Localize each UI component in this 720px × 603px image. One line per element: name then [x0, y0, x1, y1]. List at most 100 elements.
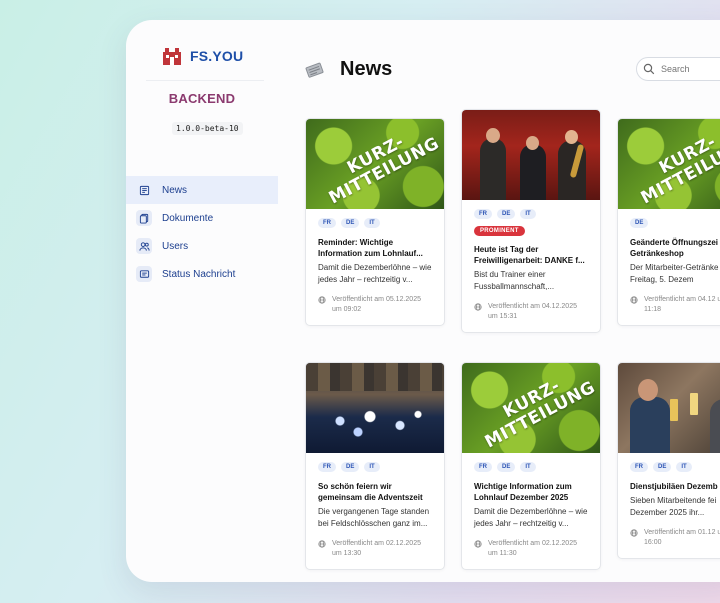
publish-info: Veröffentlicht am 04.12.2025 um 15:31 — [474, 302, 588, 322]
newspaper-icon — [136, 182, 152, 198]
news-image: KURZ- MITTEILUNG — [618, 119, 720, 209]
news-title: Heute ist Tag der Freiwilligenarbeit: DA… — [474, 245, 585, 265]
page-header: News — [304, 58, 392, 81]
parade-lights — [316, 399, 436, 443]
divider — [146, 80, 264, 81]
documents-icon — [136, 210, 152, 226]
image-caption: KURZ- MITTEILUNG — [481, 375, 599, 453]
publish-date: Veröffentlicht am 02.12.2025 um 11:30 — [488, 540, 577, 557]
news-excerpt: Bist du Trainer einer Fussballmannschaft… — [474, 270, 555, 291]
news-card[interactable]: KURZ- MITTEILUNG FR DE IT Wichtige Infor… — [461, 362, 601, 570]
publish-date: Veröffentlicht am 01.12 um 16:00 — [644, 529, 720, 546]
news-title: So schön feiern wir gemeinsam die Advent… — [318, 482, 423, 502]
news-card[interactable]: FR DE IT PROMINENT Heute ist Tag der Fre… — [461, 109, 601, 333]
sidebar-item-label: News — [162, 184, 188, 196]
publish-info: Veröffentlicht am 05.12.2025 um 09:02 — [318, 295, 432, 315]
version-badge: 1.0.0-beta-10 — [172, 122, 243, 135]
globe-icon — [474, 540, 482, 548]
brand-name: FS.YOU — [190, 48, 244, 64]
language-tag: FR — [474, 209, 492, 219]
person-figure — [520, 144, 546, 200]
publish-date: Veröffentlicht am 04.12 um 11:18 — [644, 296, 720, 313]
news-title: Reminder: Wichtige Information zum Lohnl… — [318, 238, 423, 258]
publish-info: Veröffentlicht am 04.12 um 11:18 — [630, 295, 720, 315]
language-tag: DE — [630, 218, 649, 228]
news-excerpt: Damit die Dezemberlöhne – wie jedes Jahr… — [474, 507, 588, 528]
image-caption: KURZ- MITTEILUNG — [637, 131, 720, 209]
publish-date: Veröffentlicht am 05.12.2025 um 09:02 — [332, 296, 421, 313]
sidebar: FS.YOU BACKEND 1.0.0-beta-10 News Dokume… — [126, 20, 278, 582]
sidebar-item-news[interactable]: News — [126, 176, 278, 204]
language-tag: DE — [341, 218, 360, 228]
person-figure — [710, 399, 720, 453]
language-tags: FR DE IT — [318, 218, 432, 228]
sidebar-item-dokumente[interactable]: Dokumente — [126, 204, 278, 232]
language-tag: DE — [497, 462, 516, 472]
news-excerpt: Sieben Mitarbeitende fei Dezember 2025 i… — [630, 496, 717, 517]
app-window: FS.YOU BACKEND 1.0.0-beta-10 News Dokume… — [126, 20, 720, 582]
globe-icon — [474, 303, 482, 311]
sidebar-item-label: Status Nachricht — [162, 268, 236, 280]
language-tag: FR — [630, 462, 648, 472]
publish-date: Veröffentlicht am 04.12.2025 um 15:31 — [488, 303, 577, 320]
sidebar-item-users[interactable]: Users — [126, 232, 278, 260]
brand-logo-icon — [163, 48, 181, 65]
language-tag: FR — [474, 462, 492, 472]
news-image — [618, 363, 720, 453]
person-head — [486, 128, 500, 143]
publish-info: Veröffentlicht am 02.12.2025 um 13:30 — [318, 539, 432, 559]
language-tag: FR — [318, 462, 336, 472]
person-figure — [630, 397, 670, 453]
news-title: Wichtige Information zum Lohnlauf Dezemb… — [474, 482, 572, 502]
publish-date: Veröffentlicht am 02.12.2025 um 13:30 — [332, 540, 421, 557]
message-icon — [136, 266, 152, 282]
prominent-badge: PROMINENT — [474, 226, 525, 236]
building-row — [306, 363, 444, 391]
news-card[interactable]: KURZ- MITTEILUNG DE Geänderte Öffnungsze… — [617, 118, 720, 326]
person-head — [638, 379, 658, 401]
language-tag: IT — [676, 462, 692, 472]
person-head — [526, 136, 539, 150]
globe-icon — [630, 529, 638, 537]
language-tag: DE — [653, 462, 672, 472]
news-image — [306, 363, 444, 453]
person-figure — [480, 138, 506, 200]
search-input[interactable] — [661, 64, 720, 74]
globe-icon — [318, 296, 326, 304]
language-tag: IT — [364, 218, 380, 228]
news-card[interactable]: FR DE IT Dienstjubiläen Dezemb 2025 Sieb… — [617, 362, 720, 559]
search-icon — [643, 63, 655, 75]
news-excerpt: Der Mitarbeiter-Getränke ist am Freitag,… — [630, 263, 720, 284]
news-excerpt: Damit die Dezemberlöhne – wie jedes Jahr… — [318, 263, 432, 284]
beer-glass — [670, 399, 678, 421]
globe-icon — [630, 296, 638, 304]
language-tags: FR DE IT — [474, 209, 588, 219]
publish-info: Veröffentlicht am 01.12 um 16:00 — [630, 528, 720, 548]
language-tag: IT — [364, 462, 380, 472]
search-box[interactable] — [636, 57, 720, 81]
news-excerpt: Die vergangenen Tage standen bei Feldsch… — [318, 507, 430, 528]
news-image: KURZ- MITTEILUNG — [462, 363, 600, 453]
language-tag: DE — [341, 462, 360, 472]
language-tag: IT — [520, 462, 536, 472]
language-tag: IT — [520, 209, 536, 219]
page-title: News — [340, 58, 393, 80]
person-head — [565, 130, 578, 144]
news-title: Dienstjubiläen Dezemb 2025 — [630, 482, 720, 491]
language-tags: FR DE IT — [474, 462, 588, 472]
newspaper-icon — [305, 62, 324, 78]
brand[interactable]: FS.YOU — [162, 46, 243, 66]
backend-label: BACKEND — [168, 91, 236, 106]
sidebar-item-status-nachricht[interactable]: Status Nachricht — [126, 260, 278, 288]
language-tags: FR DE IT — [630, 462, 720, 472]
globe-icon — [318, 540, 326, 548]
users-icon — [136, 238, 152, 254]
news-card[interactable]: FR DE IT So schön feiern wir gemeinsam d… — [305, 362, 445, 570]
news-card[interactable]: KURZ- MITTEILUNG FR DE IT Reminder: Wich… — [305, 118, 445, 326]
sidebar-item-label: Users — [162, 240, 189, 252]
language-tags: FR DE IT — [318, 462, 432, 472]
language-tag: FR — [318, 218, 336, 228]
image-caption: KURZ- MITTEILUNG — [325, 131, 443, 209]
beer-glass — [690, 393, 698, 415]
language-tag: DE — [497, 209, 516, 219]
